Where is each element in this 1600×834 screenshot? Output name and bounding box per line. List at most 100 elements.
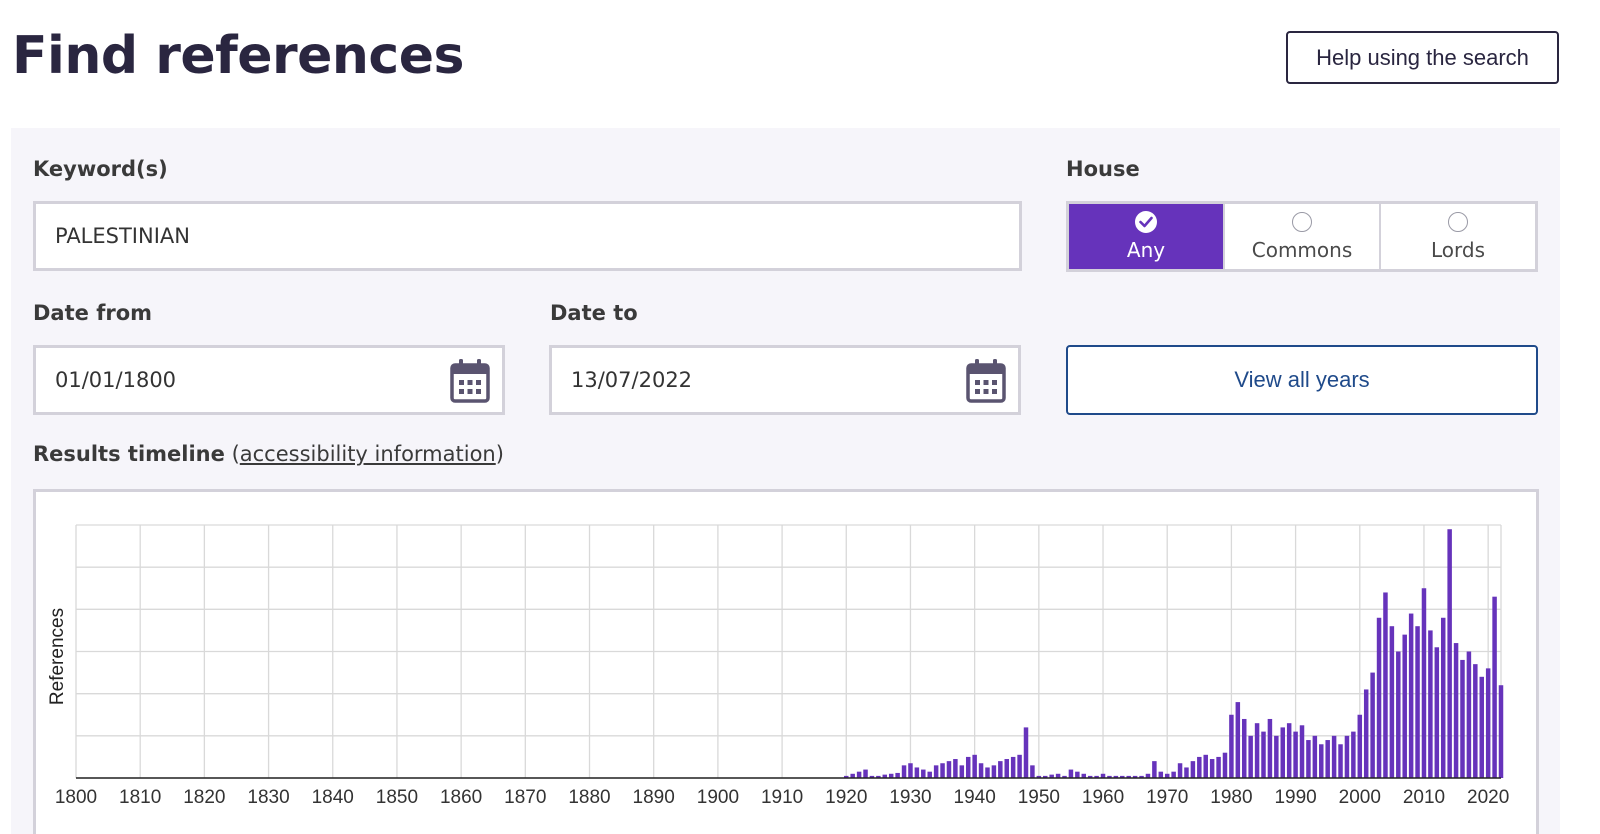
timeline-bar: [1351, 731, 1356, 778]
timeline-bar: [1492, 596, 1497, 778]
x-tick-label: 1970: [1146, 787, 1188, 808]
x-tick-label: 1980: [1210, 787, 1252, 808]
timeline-bar: [1325, 740, 1330, 778]
x-tick-label: 2000: [1339, 787, 1381, 808]
timeline-bar: [1075, 771, 1080, 778]
timeline-bar: [1434, 647, 1440, 778]
timeline-bar: [1216, 756, 1221, 778]
accessibility-information-link[interactable]: accessibility information: [240, 442, 496, 466]
date-from-input[interactable]: 01/01/1800: [33, 345, 505, 415]
page-title: Find references: [12, 26, 464, 86]
timeline-bar: [914, 767, 920, 778]
timeline-bar: [933, 765, 939, 778]
timeline-bar: [1267, 718, 1273, 778]
timeline-bar: [1396, 651, 1401, 778]
open-paren: (: [231, 442, 240, 466]
timeline-bar: [1068, 769, 1074, 778]
timeline-bar: [1498, 685, 1504, 778]
calendar-icon[interactable]: [966, 358, 1006, 404]
timeline-bar: [1030, 765, 1035, 778]
timeline-bar: [1479, 676, 1484, 778]
timeline-bar: [863, 769, 868, 778]
x-tick-label: 1890: [633, 787, 675, 808]
timeline-bar: [991, 765, 997, 778]
timeline-bar: [895, 772, 900, 778]
timeline-bar: [1370, 672, 1375, 778]
x-tick-label: 1960: [1082, 787, 1124, 808]
timeline-bar: [1453, 643, 1459, 778]
x-tick-label: 1950: [1018, 787, 1060, 808]
timeline-bar: [1402, 634, 1407, 778]
timeline-bar: [1338, 744, 1343, 778]
timeline-bar: [946, 761, 952, 778]
timeline-bar: [1415, 626, 1420, 778]
x-tick-label: 1870: [504, 787, 546, 808]
radio-icon: [1448, 211, 1468, 232]
timeline-bar: [1017, 754, 1022, 778]
timeline-bar: [1190, 761, 1196, 778]
timeline-bar: [1010, 756, 1016, 778]
timeline-bar: [1299, 725, 1305, 778]
timeline-bar: [1023, 727, 1029, 778]
keywords-input[interactable]: PALESTINIAN: [33, 201, 1022, 271]
house-option-commons[interactable]: Commons: [1225, 204, 1381, 269]
timeline-bar: [1466, 651, 1472, 778]
timeline-bar: [921, 769, 926, 778]
y-axis-label: References: [47, 608, 68, 705]
timeline-bar: [1408, 613, 1414, 778]
timeline-bar: [856, 771, 862, 778]
close-paren: ): [495, 442, 504, 466]
timeline-bar: [965, 756, 971, 778]
timeline-bar: [1331, 735, 1337, 778]
timeline-bar: [1280, 727, 1286, 778]
x-tick-label: 1860: [440, 787, 482, 808]
timeline-bar: [1254, 723, 1260, 778]
timeline-bar: [927, 771, 932, 778]
check-icon: [1135, 211, 1157, 233]
timeline-bar: [1460, 659, 1465, 778]
view-all-years-button[interactable]: View all years: [1066, 345, 1538, 415]
timeline-bar: [1197, 756, 1202, 778]
keywords-value: PALESTINIAN: [55, 224, 190, 248]
house-option-label: Lords: [1430, 237, 1485, 262]
radio-icon: [1292, 211, 1312, 232]
timeline-title: Results timeline: [33, 442, 225, 466]
x-tick-label: 1830: [247, 787, 289, 808]
help-button[interactable]: Help using the search: [1286, 31, 1559, 84]
x-tick-label: 2010: [1403, 787, 1445, 808]
x-tick-label: 1840: [312, 787, 354, 808]
results-timeline-chart: 1800 1810 1820 1830 1840 1850 1860 1870 1880 1890…: [33, 489, 1539, 834]
timeline-bar: [1363, 689, 1369, 778]
timeline-bar: [1293, 731, 1298, 778]
keywords-label: Keyword(s): [33, 157, 168, 181]
timeline-bar: [1306, 740, 1311, 778]
house-option-any[interactable]: Any: [1069, 204, 1225, 269]
x-tick-label: 1800: [55, 787, 97, 808]
date-to-input[interactable]: 13/07/2022: [549, 345, 1021, 415]
timeline-bar: [1158, 771, 1164, 778]
date-to-label: Date to: [550, 301, 638, 325]
timeline-bar: [1389, 626, 1395, 778]
timeline-bar: [1261, 731, 1266, 778]
timeline-bar: [1485, 668, 1491, 778]
calendar-icon[interactable]: [450, 358, 490, 404]
x-tick-label: 1920: [825, 787, 867, 808]
timeline-bar: [959, 765, 965, 778]
timeline-bar: [985, 767, 990, 778]
timeline-bar: [1229, 714, 1234, 778]
timeline-bar: [1286, 723, 1292, 778]
timeline-bar: [972, 754, 977, 778]
timeline-bar: [1241, 718, 1247, 778]
timeline-bar: [1209, 759, 1215, 778]
timeline-bar: [1004, 759, 1009, 778]
timeline-bar: [1235, 702, 1241, 778]
timeline-bar: [1357, 714, 1363, 778]
timeline-bar: [1344, 735, 1350, 778]
house-option-lords[interactable]: Lords: [1381, 204, 1535, 269]
timeline-bar: [998, 761, 1003, 778]
timeline-bar: [1177, 763, 1183, 778]
timeline-bar: [1383, 592, 1388, 778]
x-tick-label: 1990: [1274, 787, 1316, 808]
timeline-bar: [1248, 735, 1253, 778]
timeline-bar: [1274, 735, 1279, 778]
